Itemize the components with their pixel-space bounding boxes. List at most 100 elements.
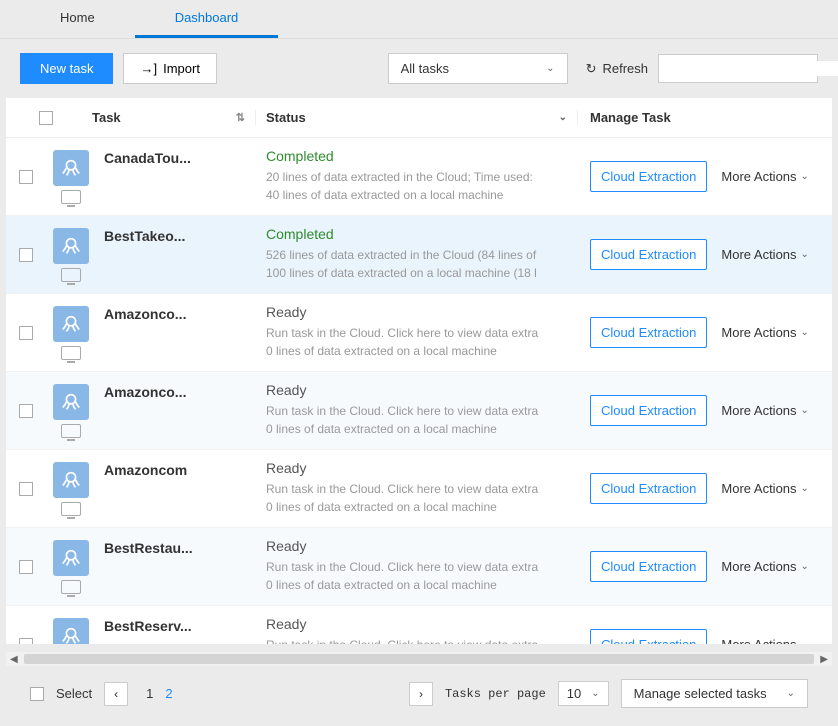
table-row[interactable]: BestRestau...ReadyRun task in the Cloud.… (6, 528, 832, 606)
task-name: Amazonco... (96, 304, 256, 361)
table-row[interactable]: CanadaTou...Completed20 lines of data ex… (6, 138, 832, 216)
actions-cell: Cloud Extraction More Actions⌄ (578, 226, 832, 283)
cloud-extraction-button[interactable]: Cloud Extraction (590, 551, 707, 582)
cloud-extraction-button[interactable]: Cloud Extraction (590, 239, 707, 270)
task-name: BestRestau... (96, 538, 256, 595)
more-actions-dropdown[interactable]: More Actions ⌄ (721, 325, 809, 340)
refresh-label: Refresh (602, 61, 648, 76)
status-line-2: 0 lines of data extracted on a local mac… (266, 576, 568, 594)
task-icon-cell (46, 538, 96, 595)
more-actions-label: More Actions (721, 169, 796, 184)
manage-selected-dropdown[interactable]: Manage selected tasks ⌄ (621, 679, 808, 708)
more-actions-label: More Actions (721, 403, 796, 418)
task-name: CanadaTou... (96, 148, 256, 205)
octopus-icon (53, 228, 89, 264)
tab-home[interactable]: Home (20, 0, 135, 38)
import-button[interactable]: →] Import (123, 53, 216, 84)
more-actions-dropdown[interactable]: More Actions ⌄ (721, 559, 809, 574)
new-task-button[interactable]: New task (20, 53, 113, 84)
task-icon-cell (46, 148, 96, 205)
more-actions-dropdown[interactable]: More Actions⌄ (721, 247, 809, 262)
tab-dashboard[interactable]: Dashboard (135, 0, 279, 38)
scroll-left-icon[interactable]: ◀ (8, 654, 20, 665)
scrollbar-thumb[interactable] (24, 654, 815, 664)
status-line-1: Run task in the Cloud. Click here to vie… (266, 324, 568, 342)
chevron-down-icon: ⌄ (801, 561, 809, 572)
status-line-2: 0 lines of data extracted on a local mac… (266, 498, 568, 516)
page-number[interactable]: 1 (140, 686, 159, 701)
search-box[interactable] (658, 54, 818, 83)
status-label: Ready (266, 538, 568, 554)
refresh-button[interactable]: ↻ Refresh (586, 61, 648, 77)
actions-cell: Cloud Extraction More Actions⌄ (578, 460, 832, 517)
row-checkbox[interactable] (19, 170, 33, 184)
row-checkbox[interactable] (19, 560, 33, 574)
search-input[interactable] (669, 61, 838, 76)
status-cell: Ready Run task in the Cloud. Click here t… (256, 460, 578, 517)
table-row[interactable]: BestTakeo... Completed 526 lines of data e… (6, 216, 832, 294)
status-label: Completed (266, 226, 568, 242)
sort-icon: ⇅ (236, 111, 245, 124)
table-row[interactable]: BestReserv...ReadyRun task in the Cloud.… (6, 606, 832, 644)
table-row[interactable]: Amazonco... Ready Run task in the Cloud. C… (6, 294, 832, 372)
status-cell: ReadyRun task in the Cloud. Click here t… (256, 382, 578, 439)
chevron-down-icon: ⌄ (801, 171, 809, 182)
row-checkbox[interactable] (19, 404, 33, 418)
page-number[interactable]: 2 (159, 686, 178, 701)
monitor-icon (61, 346, 81, 360)
task-filter-dropdown[interactable]: All tasks ⌄ (388, 53, 568, 84)
chevron-down-icon: ⌄ (801, 327, 809, 338)
monitor-icon (61, 502, 81, 516)
row-checkbox[interactable] (19, 638, 33, 645)
col-manage: Manage Task (578, 110, 832, 125)
octopus-icon (53, 462, 89, 498)
actions-cell: Cloud Extraction More Actions ⌄ (578, 304, 832, 361)
more-actions-dropdown[interactable]: More Actions ⌄ (721, 169, 809, 184)
task-name: BestTakeo... (96, 226, 256, 283)
monitor-icon (61, 268, 81, 282)
cloud-extraction-button[interactable]: Cloud Extraction (590, 161, 707, 192)
more-actions-label: More Actions (721, 559, 796, 574)
row-checkbox[interactable] (19, 248, 33, 262)
status-cell: Completed 526 lines of data extracted in … (256, 226, 578, 283)
status-line-1: Run task in the Cloud. Click here to vie… (266, 636, 568, 644)
prev-page-button[interactable]: ‹ (104, 682, 128, 706)
status-line-1: 526 lines of data extracted in the Cloud… (266, 246, 568, 264)
more-actions-label: More Actions (721, 325, 796, 340)
horizontal-scrollbar[interactable]: ◀ ▶ (6, 652, 832, 666)
status-line-1: Run task in the Cloud. Click here to vie… (266, 402, 568, 420)
task-icon-cell (46, 616, 96, 644)
row-checkbox[interactable] (19, 482, 33, 496)
tasks-per-page-select[interactable]: 10 ⌄ (558, 681, 609, 706)
cloud-extraction-button[interactable]: Cloud Extraction (590, 317, 707, 348)
more-actions-dropdown[interactable]: More Actions⌄ (721, 481, 809, 496)
actions-cell: Cloud Extraction More Actions⌄ (578, 616, 832, 644)
row-checkbox[interactable] (19, 326, 33, 340)
status-label: Ready (266, 304, 568, 320)
cloud-extraction-button[interactable]: Cloud Extraction (590, 629, 707, 644)
table-row[interactable]: AmazoncomReadyRun task in the Cloud. Cli… (6, 450, 832, 528)
more-actions-dropdown[interactable]: More Actions ⌄ (721, 403, 809, 418)
status-label: Completed (266, 148, 568, 164)
scroll-right-icon[interactable]: ▶ (818, 654, 830, 665)
monitor-icon (61, 424, 81, 438)
status-cell: Ready Run task in the Cloud. Click here t… (256, 304, 578, 361)
cloud-extraction-button[interactable]: Cloud Extraction (590, 395, 707, 426)
toolbar: New task →] Import All tasks ⌄ ↻ Refresh (0, 39, 838, 98)
next-page-button[interactable]: › (409, 682, 433, 706)
chevron-down-icon: ⌄ (546, 63, 554, 74)
col-task[interactable]: Task ⇅ (86, 110, 256, 125)
octopus-icon (53, 384, 89, 420)
table-row[interactable]: Amazonco...ReadyRun task in the Cloud. C… (6, 372, 832, 450)
col-status[interactable]: Status ⌄ (256, 110, 578, 125)
chevron-down-icon: ⌄ (801, 405, 809, 416)
status-label: Ready (266, 460, 568, 476)
top-tabs: Home Dashboard (0, 0, 838, 39)
select-all-checkbox[interactable] (39, 111, 53, 125)
select-page-checkbox[interactable] (30, 687, 44, 701)
status-line-2: 0 lines of data extracted on a local mac… (266, 420, 568, 438)
status-line-1: Run task in the Cloud. Click here to vie… (266, 480, 568, 498)
more-actions-dropdown[interactable]: More Actions⌄ (721, 637, 809, 644)
task-name: Amazonco... (96, 382, 256, 439)
cloud-extraction-button[interactable]: Cloud Extraction (590, 473, 707, 504)
